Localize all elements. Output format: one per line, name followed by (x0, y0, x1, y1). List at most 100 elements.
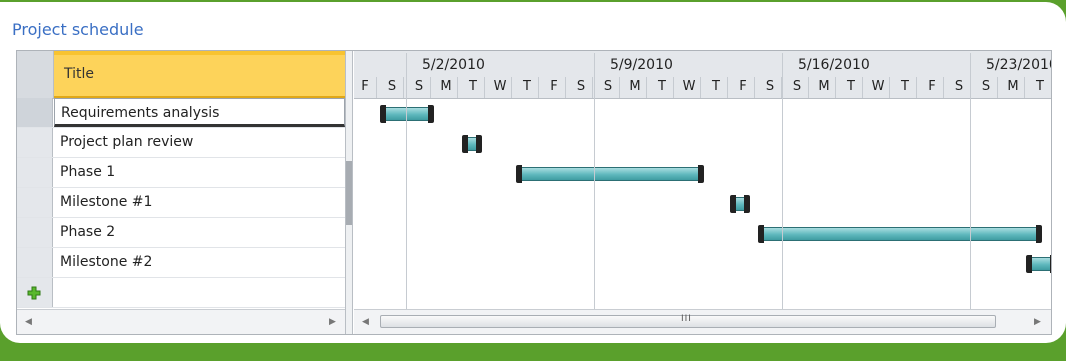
table-row[interactable]: Milestone #1 (17, 188, 345, 218)
gantt-chart: 5/2/2010 5/9/2010 5/16/2010 5/23/2010 F S… (354, 51, 1051, 334)
row-selector[interactable] (17, 248, 53, 277)
task-table: Title Requirements analysis Project plan… (17, 51, 345, 334)
row-selector[interactable] (17, 128, 53, 157)
day-label: S (576, 79, 586, 94)
row-selector[interactable] (17, 218, 53, 247)
pane-splitter[interactable] (345, 51, 353, 334)
gantt-horizontal-scrollbar[interactable]: ◀ III ▶ (354, 309, 1051, 334)
day-label: S (954, 79, 964, 94)
day-label: F (550, 79, 558, 94)
day-divider (457, 77, 458, 98)
day-label: T (658, 79, 666, 94)
week-divider (970, 53, 971, 309)
table-row[interactable]: Requirements analysis (17, 98, 345, 128)
day-divider (511, 77, 512, 98)
task-title-cell[interactable]: Milestone #2 (54, 248, 345, 277)
day-divider (835, 77, 836, 98)
row-selector[interactable] (17, 158, 53, 187)
day-label: T (901, 79, 909, 94)
week-label: 5/16/2010 (798, 57, 870, 73)
header-accent (54, 51, 345, 55)
task-bar[interactable] (758, 225, 1042, 243)
add-row-selector[interactable] (17, 278, 53, 307)
task-title-cell[interactable]: Requirements analysis (54, 98, 345, 127)
day-divider (808, 77, 809, 98)
day-label: S (414, 79, 424, 94)
task-title-cell[interactable]: Phase 1 (54, 158, 345, 187)
new-row[interactable] (17, 278, 345, 308)
day-divider (943, 77, 944, 98)
column-header-label: Title (64, 66, 95, 82)
day-divider (862, 77, 863, 98)
day-label: S (387, 79, 397, 94)
column-header-title[interactable]: Title (54, 51, 345, 98)
row-selector[interactable] (17, 188, 53, 217)
arrow-right-icon[interactable]: ▶ (329, 317, 336, 327)
day-divider (754, 77, 755, 98)
day-label: M (818, 79, 830, 94)
arrow-left-icon[interactable]: ◀ (362, 317, 369, 327)
day-divider (997, 77, 998, 98)
splitter-grip[interactable] (346, 161, 352, 225)
day-divider (700, 77, 701, 98)
day-divider (430, 77, 431, 98)
task-title-cell[interactable]: Project plan review (54, 128, 345, 157)
scrollbar-thumb[interactable]: III (380, 314, 996, 328)
day-divider (673, 77, 674, 98)
day-label: F (739, 79, 747, 94)
day-divider (889, 77, 890, 98)
day-label: T (523, 79, 531, 94)
task-bar[interactable] (516, 165, 704, 183)
milestone-bar[interactable] (1026, 255, 1051, 273)
project-schedule-panel: Project schedule Title Requirements anal… (0, 2, 1066, 343)
task-title-cell[interactable]: Milestone #1 (54, 188, 345, 217)
panel-title: Project schedule (12, 20, 144, 39)
table-row[interactable]: Phase 2 (17, 218, 345, 248)
day-divider (916, 77, 917, 98)
day-label: S (603, 79, 613, 94)
row-selector-header (17, 51, 54, 99)
day-divider (619, 77, 620, 98)
day-divider (727, 77, 728, 98)
table-row[interactable]: Milestone #2 (17, 248, 345, 278)
arrow-right-icon[interactable]: ▶ (1034, 317, 1041, 327)
task-title-cell[interactable]: Phase 2 (54, 218, 345, 247)
day-divider (538, 77, 539, 98)
week-label: 5/2/2010 (422, 57, 485, 73)
row-selector[interactable] (17, 98, 53, 127)
day-label: T (469, 79, 477, 94)
day-label: F (928, 79, 936, 94)
day-label: S (981, 79, 991, 94)
day-label: S (765, 79, 775, 94)
gantt-body (354, 98, 1051, 309)
day-divider (646, 77, 647, 98)
day-label: M (629, 79, 641, 94)
day-divider (592, 77, 593, 98)
day-label: M (1007, 79, 1019, 94)
week-divider (406, 53, 407, 309)
plus-icon[interactable] (27, 286, 41, 300)
day-label: T (847, 79, 855, 94)
day-label: W (682, 79, 696, 94)
week-label: 5/23/2010 (986, 57, 1052, 73)
day-label: W (871, 79, 885, 94)
day-divider (1024, 77, 1025, 98)
day-label: T (1036, 79, 1044, 94)
day-label: T (712, 79, 720, 94)
milestone-bar[interactable] (462, 135, 482, 153)
scrollbar-grip: III (681, 314, 692, 324)
day-divider (565, 77, 566, 98)
table-row[interactable]: Phase 1 (17, 158, 345, 188)
day-label: W (493, 79, 507, 94)
week-label: 5/9/2010 (610, 57, 673, 73)
milestone-bar[interactable] (730, 195, 750, 213)
table-horizontal-scrollbar[interactable]: ◀ ▶ (17, 309, 345, 334)
table-row[interactable]: Project plan review (17, 128, 345, 158)
day-label: M (440, 79, 452, 94)
day-divider (376, 77, 377, 98)
week-divider (782, 53, 783, 309)
gantt-control: Title Requirements analysis Project plan… (16, 50, 1052, 335)
new-row-cell[interactable] (54, 278, 345, 307)
arrow-left-icon[interactable]: ◀ (25, 317, 32, 327)
task-bar[interactable] (380, 105, 434, 123)
